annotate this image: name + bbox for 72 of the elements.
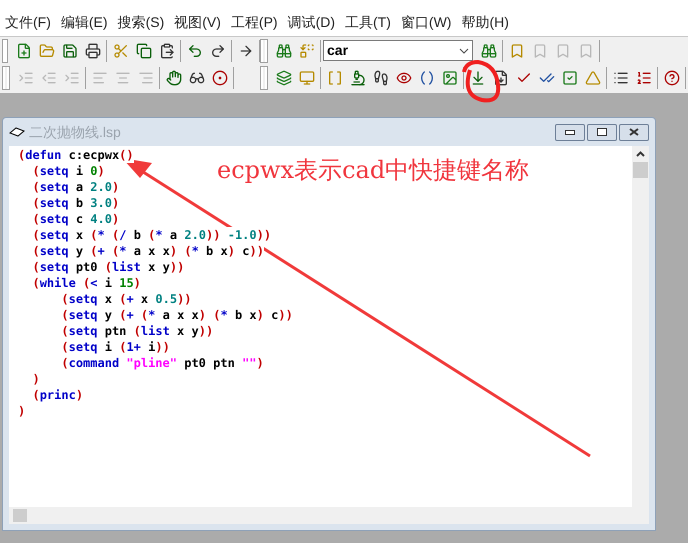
- menu-item[interactable]: 窗口(W): [398, 12, 454, 32]
- menu-item[interactable]: 视图(V): [171, 12, 224, 32]
- maximize-icon: [597, 128, 607, 136]
- menu-item[interactable]: 工程(P): [228, 12, 281, 32]
- toolbar-icon: [64, 70, 80, 86]
- scroll-up-icon[interactable]: [636, 151, 645, 157]
- toolbar-icon: [276, 70, 292, 86]
- toolbar-icon: [158, 42, 174, 58]
- file-icon: [9, 127, 25, 137]
- horizontal-scrollbar[interactable]: [9, 507, 632, 524]
- annotation-text: ecpwx表示cad中快捷键名称: [217, 155, 530, 186]
- toolbar-icon: [210, 42, 226, 58]
- toolbar-icon: [92, 70, 108, 86]
- search-value: car: [327, 41, 348, 60]
- toolbar-icon: [584, 70, 600, 86]
- toolbar-grip: [261, 40, 267, 62]
- menu-item[interactable]: 工具(T): [342, 12, 394, 32]
- scrollbar-thumb[interactable]: [633, 162, 648, 178]
- toolbar-icon: [40, 70, 56, 86]
- toolbar-icon: [508, 42, 524, 58]
- toolbar-icon: [186, 42, 202, 58]
- scrollbar-thumb[interactable]: [13, 509, 27, 522]
- toolbar-icon: [112, 42, 128, 58]
- maximize-button[interactable]: [587, 124, 617, 140]
- toolbar-icon: [326, 70, 342, 86]
- toolbar-icon: [554, 42, 570, 58]
- minimize-icon: [565, 130, 575, 134]
- toolbar-grip: [3, 40, 7, 62]
- toolbar-icon: [480, 42, 496, 58]
- search-combobox[interactable]: car: [323, 40, 473, 61]
- toolbar-icon: [470, 70, 486, 86]
- toolbar-icon: [418, 70, 434, 86]
- menu-item[interactable]: 编辑(E): [58, 12, 111, 32]
- toolbar-icon: [114, 70, 130, 86]
- toolbar-icon: [16, 42, 32, 58]
- toolbar-icon: [38, 42, 54, 58]
- menu-item[interactable]: 帮助(H): [458, 12, 512, 32]
- close-button[interactable]: [619, 124, 649, 140]
- toolbar-icon: [84, 42, 100, 58]
- toolbar-icon: [188, 70, 204, 86]
- toolbar-icon: [276, 42, 292, 58]
- menu-item[interactable]: 搜索(S): [114, 12, 168, 32]
- toolbar-icon: [396, 70, 412, 86]
- circle-mark: [462, 60, 500, 102]
- toolbar-icon: [62, 42, 78, 58]
- toolbar-icon: [636, 70, 652, 86]
- toolbar-icon: [18, 70, 34, 86]
- toolbar-icon: [298, 42, 314, 58]
- toolbar-icon: [612, 70, 628, 86]
- toolbar-icon: [492, 70, 508, 86]
- toolbar-grip: [3, 66, 9, 88]
- menu-item[interactable]: 文件(F): [2, 12, 54, 32]
- toolbar-icon: [664, 70, 680, 86]
- toolbar-icon: [562, 70, 578, 86]
- chevron-icon: [459, 48, 469, 54]
- toolbar-icon: [578, 42, 594, 58]
- toolbar-icon: [532, 42, 548, 58]
- toolbar-icon: [442, 70, 458, 86]
- menu-item[interactable]: 调试(D): [284, 12, 338, 32]
- minimize-button[interactable]: [555, 124, 585, 140]
- toolbar-icon: [372, 70, 388, 86]
- toolbar-icon: [138, 70, 154, 86]
- toolbar-icon: [238, 42, 254, 58]
- close-icon: [629, 128, 639, 136]
- vertical-scrollbar[interactable]: [632, 146, 649, 524]
- toolbar-icon: [136, 42, 152, 58]
- toolbar-grip: [261, 66, 267, 88]
- window-title: 二次抛物线.lsp: [29, 122, 121, 142]
- toolbar-icon: [212, 70, 228, 86]
- toolbar-icon: [166, 70, 182, 86]
- toolbar-icon: [298, 70, 314, 86]
- toolbar-icon: [350, 70, 366, 86]
